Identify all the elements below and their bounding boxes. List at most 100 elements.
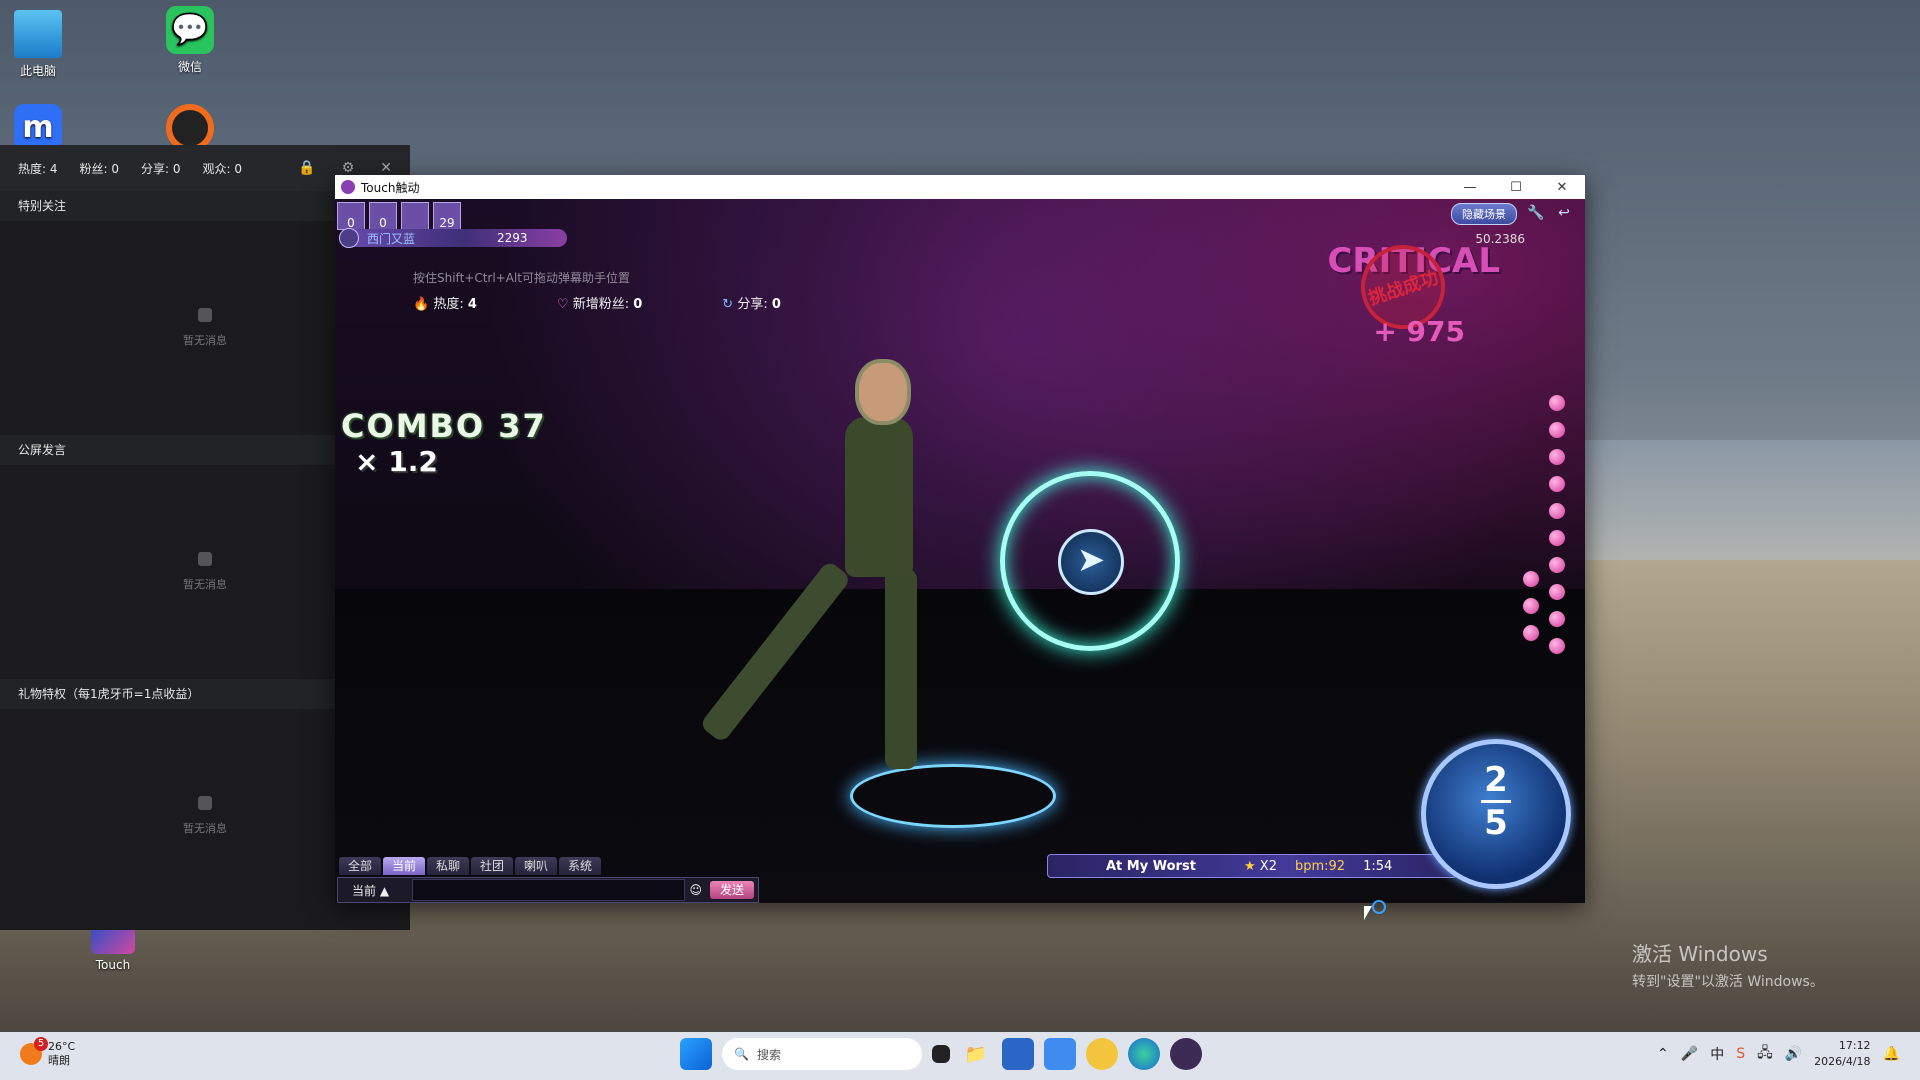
player-name-bar: 西门又蓝 2293 xyxy=(339,228,567,248)
chat-scope-select[interactable]: 当前 ▲ xyxy=(338,882,412,899)
empty-message-icon xyxy=(198,796,212,810)
beat-dot xyxy=(1549,584,1565,600)
tab-private[interactable]: 私聊 xyxy=(427,857,469,875)
touch-game-icon xyxy=(91,926,135,954)
back-arrow-icon[interactable]: ↩ xyxy=(1555,205,1573,223)
store-icon[interactable] xyxy=(1002,1038,1034,1070)
send-button[interactable]: 发送 xyxy=(710,881,754,899)
tab-horn[interactable]: 喇叭 xyxy=(515,857,557,875)
fire-icon: 🔥 xyxy=(413,297,430,312)
star-icon: ★ xyxy=(1244,858,1256,874)
game-stage: 0 0 29 西门又蓝 2293 按住Shift+Ctrl+Alt可拖动弹幕助手… xyxy=(335,199,1585,903)
touch-app-icon xyxy=(341,180,355,194)
desktop-icon-touch[interactable]: Touch xyxy=(73,926,153,972)
empty-message-icon xyxy=(198,308,212,322)
beat-dot xyxy=(1549,503,1565,519)
minimize-button[interactable]: — xyxy=(1447,180,1493,195)
play-arrow-icon[interactable]: ➤ xyxy=(1058,529,1124,595)
touch-game-window: Touch触动 — ☐ ✕ 0 0 29 西门又蓝 2293 按住Shift+C… xyxy=(335,175,1585,903)
microphone-icon[interactable]: 🎤 xyxy=(1681,1046,1698,1062)
beat-dot xyxy=(1549,557,1565,573)
beat-dot xyxy=(1523,571,1539,587)
input-method-icon[interactable]: 中 xyxy=(1710,1044,1724,1064)
busy-spinner-icon xyxy=(1372,900,1386,914)
tab-all[interactable]: 全部 xyxy=(339,857,381,875)
tab-current[interactable]: 当前 xyxy=(383,857,425,875)
round-counter: 2 5 xyxy=(1421,739,1571,889)
star-multiplier: X2 xyxy=(1259,858,1277,874)
taskbar-search[interactable]: 🔍 搜索 xyxy=(722,1038,922,1070)
maximize-button[interactable]: ☐ xyxy=(1493,180,1539,195)
hud-slot-1[interactable]: 0 xyxy=(337,202,365,230)
song-info-bar: At My Worst ★ X2 bpm:92 1:54 xyxy=(1047,854,1457,878)
network-icon[interactable]: 🖧 xyxy=(1757,1042,1773,1066)
sogou-icon[interactable]: S xyxy=(1736,1046,1745,1062)
player-name: 西门又蓝 xyxy=(367,231,416,246)
combo-counter: COMBO 37 xyxy=(341,407,547,445)
beat-dot xyxy=(1549,395,1565,411)
empty-message-icon xyxy=(198,552,212,566)
player-points: 2293 xyxy=(497,231,528,245)
song-duration: 1:54 xyxy=(1363,858,1393,874)
desktop-icon-this-pc[interactable]: 此电脑 xyxy=(0,10,78,79)
score-bonus: + 975 xyxy=(1373,315,1465,348)
volume-icon[interactable]: 🔊 xyxy=(1785,1046,1802,1062)
chevron-up-icon[interactable]: ⌃ xyxy=(1657,1046,1669,1062)
weather-widget[interactable]: 5 26°C 晴朗 xyxy=(20,1037,76,1068)
gear-icon[interactable]: ⚙ xyxy=(342,160,355,176)
beat-dots-column xyxy=(1549,395,1565,665)
search-icon: 🔍 xyxy=(734,1047,749,1061)
stream-stats-overlay: 🔥 热度: 4 ♡ 新增粉丝: 0 ↻ 分享: 0 xyxy=(413,297,781,312)
system-tray: ⌃ 🎤 中 S 🖧 🔊 17:12 2026/4/18 🔔 xyxy=(1657,1038,1900,1070)
beat-dot xyxy=(1523,598,1539,614)
hide-scene-button[interactable]: 隐藏场景 xyxy=(1451,203,1517,225)
taskbar: 5 26°C 晴朗 🔍 搜索 📁 ⌃ 🎤 中 S 🖧 🔊 17:12 2026/… xyxy=(0,1032,1920,1080)
song-bpm: bpm:92 xyxy=(1294,858,1346,874)
beat-dot xyxy=(1549,530,1565,546)
score-multiplier: × 1.2 xyxy=(355,445,438,478)
chat-input[interactable] xyxy=(412,879,686,901)
star-icon[interactable] xyxy=(401,202,429,230)
viewers-stat: 观众: 0 xyxy=(202,161,243,176)
emoji-icon[interactable]: ☺ xyxy=(689,883,702,897)
monitor-icon xyxy=(14,10,62,58)
clock[interactable]: 17:12 2026/4/18 xyxy=(1814,1038,1870,1070)
drag-hint: 按住Shift+Ctrl+Alt可拖动弹幕助手位置 xyxy=(413,271,630,285)
app-face-icon[interactable] xyxy=(1086,1038,1118,1070)
app-m-icon[interactable] xyxy=(1044,1038,1076,1070)
weather-sun-icon: 5 xyxy=(20,1037,48,1065)
tab-system[interactable]: 系统 xyxy=(559,857,601,875)
chat-tabs: 全部 当前 私聊 社团 喇叭 系统 xyxy=(339,857,601,875)
hud-slot-4[interactable]: 29 xyxy=(433,202,461,230)
fans-stat: 粉丝: 0 xyxy=(79,161,120,176)
chat-input-row: 当前 ▲ ☺ 发送 xyxy=(337,877,759,903)
touch-app-taskbar-icon[interactable] xyxy=(1170,1038,1202,1070)
heat-stat: 热度: 4 xyxy=(18,161,58,176)
wechat-icon: 💬 xyxy=(166,6,214,54)
beat-dot xyxy=(1523,625,1539,641)
task-view-icon[interactable] xyxy=(932,1045,950,1063)
top-right-controls: 隐藏场景 🔧 ↩ xyxy=(1451,203,1573,225)
window-title-bar[interactable]: Touch触动 — ☐ ✕ xyxy=(335,175,1585,199)
temperature: 26°C xyxy=(48,1040,76,1053)
desktop-icon-wechat[interactable]: 💬 微信 xyxy=(150,6,230,75)
start-windows-icon[interactable] xyxy=(680,1038,712,1070)
beat-dot xyxy=(1549,611,1565,627)
hud-icon-row: 0 0 29 xyxy=(337,202,461,230)
notification-icon[interactable]: 🔔 xyxy=(1883,1046,1900,1062)
close-icon[interactable]: ✕ xyxy=(380,160,392,176)
hud-slot-2[interactable]: 0 xyxy=(369,202,397,230)
taskbar-apps: 🔍 搜索 📁 xyxy=(680,1038,1202,1070)
lock-icon[interactable]: 🔒 xyxy=(298,160,315,176)
file-explorer-icon[interactable]: 📁 xyxy=(960,1038,992,1070)
tab-club[interactable]: 社团 xyxy=(471,857,513,875)
heart-icon: ♡ xyxy=(556,297,569,312)
edge-browser-icon[interactable] xyxy=(1128,1038,1160,1070)
wrench-icon[interactable]: 🔧 xyxy=(1527,205,1545,223)
dancer-character xyxy=(698,359,945,789)
window-title: Touch触动 xyxy=(361,180,420,195)
song-title: At My Worst xyxy=(1106,858,1196,874)
beat-dot xyxy=(1549,638,1565,654)
beat-dot xyxy=(1549,449,1565,465)
close-button[interactable]: ✕ xyxy=(1539,180,1585,195)
